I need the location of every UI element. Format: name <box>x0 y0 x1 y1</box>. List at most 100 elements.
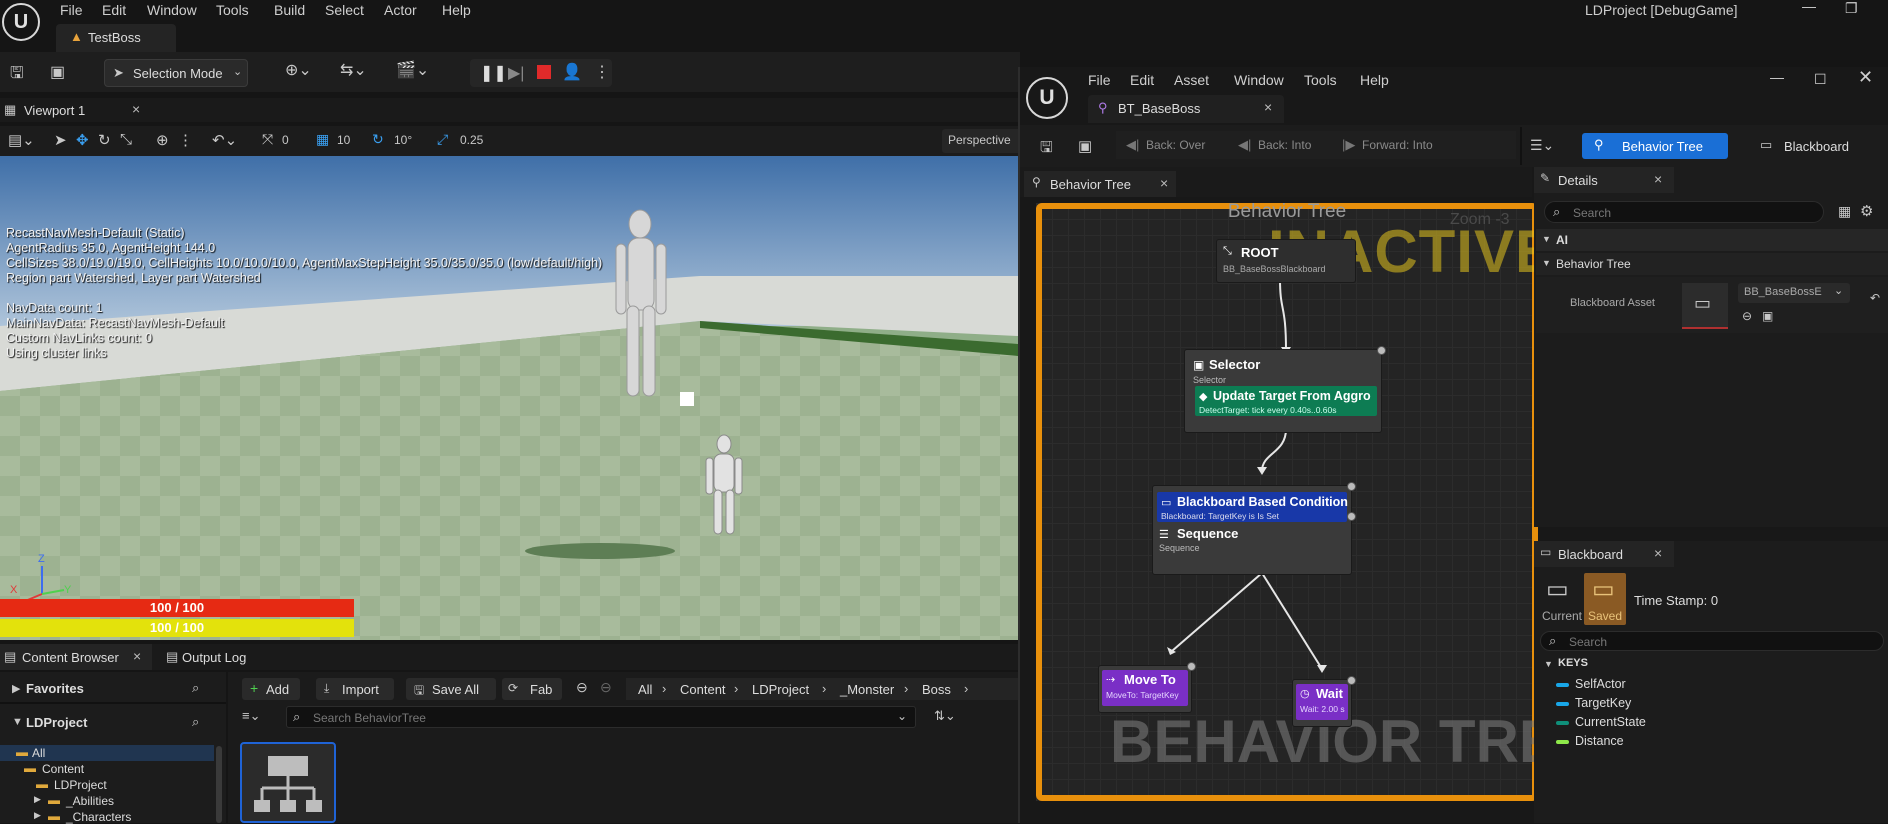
level-viewport[interactable]: RecastNavMesh-Default (Static) AgentRadi… <box>0 156 1018 640</box>
list-item[interactable]: CurrentState <box>1556 714 1646 729</box>
node-root[interactable]: ⤡ ROOT BB_BaseBossBlackboard <box>1216 239 1356 283</box>
menu-help[interactable]: Help <box>442 2 471 18</box>
rotate-snap-value[interactable]: 0 <box>282 133 289 147</box>
output-pin[interactable] <box>1347 482 1356 491</box>
output-pin[interactable] <box>1347 676 1356 685</box>
minimize-icon[interactable]: — <box>1770 69 1784 85</box>
node-decorator[interactable]: ▭ Blackboard Based Condition Blackboard:… <box>1157 492 1348 522</box>
output-pin[interactable] <box>1187 662 1196 671</box>
menu-tools[interactable]: Tools <box>216 2 249 18</box>
forward-into-button[interactable]: Forward: Into <box>1362 138 1433 152</box>
save-icon[interactable]: 🖫 <box>10 62 24 89</box>
category-ai[interactable]: ▼ AI <box>1536 229 1888 251</box>
menu-edit[interactable]: Edit <box>102 2 126 18</box>
list-item[interactable]: SelfActor <box>1556 676 1626 691</box>
details-search-input[interactable]: ⌕ Search <box>1544 201 1824 223</box>
cinematics-icon[interactable]: 🎬⌄ <box>396 60 429 80</box>
minimize-icon[interactable]: — <box>1802 0 1816 14</box>
breadcrumb-item[interactable]: Content <box>680 682 726 697</box>
menu-build[interactable]: Build <box>274 2 305 18</box>
select-tool-icon[interactable]: ➤ <box>54 131 67 149</box>
node-move-to[interactable]: ⇢ Move To MoveTo: TargetKey <box>1098 662 1196 713</box>
save-all-button[interactable]: 🖫 Save All <box>406 678 496 700</box>
favorites-label[interactable]: Favorites <box>26 681 84 696</box>
close-icon[interactable]: × <box>1160 175 1168 191</box>
blackboard-search-input[interactable]: ⌕ Search <box>1540 631 1884 651</box>
blackboard-mode-button[interactable]: ▭ Blackboard <box>1760 133 1880 159</box>
breadcrumb-item[interactable]: LDProject <box>752 682 809 697</box>
view-options-icon[interactable]: ▤⌄ <box>8 131 35 149</box>
chevron-right-icon[interactable]: ▶ <box>12 682 20 695</box>
more-icon[interactable]: ⋮ <box>178 131 193 149</box>
browse-icon[interactable]: ▣ <box>1078 137 1092 155</box>
browse-icon[interactable]: ▣ <box>50 62 65 82</box>
close-icon[interactable]: × <box>1654 545 1662 561</box>
chevron-down-icon[interactable]: ▼ <box>12 716 23 728</box>
history-forward-icon[interactable]: ⊖ <box>600 679 612 696</box>
grid-snap-value[interactable]: 10 <box>337 133 350 147</box>
tab-content-browser[interactable]: ▤ Content Browser × <box>0 644 152 670</box>
selection-mode-dropdown[interactable]: ➤ Selection Mode ⌄ <box>104 59 248 87</box>
filter-icon[interactable]: ≡⌄ <box>242 708 260 724</box>
add-actor-icon[interactable]: ⊕⌄ <box>285 60 312 80</box>
surface-snap-icon[interactable]: ↶⌄ <box>212 131 237 149</box>
chevron-right-icon[interactable]: ▶ <box>34 794 41 805</box>
breadcrumb-item[interactable]: Boss <box>922 682 951 697</box>
chevron-down-icon[interactable]: ▼ <box>1544 659 1553 669</box>
pause-icon[interactable]: ❚❚ <box>480 63 507 83</box>
menu-actor[interactable]: Actor <box>384 2 417 18</box>
menu-file[interactable]: File <box>60 2 83 18</box>
current-toggle[interactable]: ▭ Current <box>1540 573 1582 625</box>
unreal-logo-icon[interactable]: U <box>1026 77 1068 119</box>
project-label[interactable]: LDProject <box>26 715 87 730</box>
behavior-tree-graph[interactable]: Behavior Tree Zoom -3 INACTIVE BEHAVIOR … <box>1036 203 1538 801</box>
scale-tool-icon[interactable]: ⤡ <box>120 131 132 148</box>
list-item[interactable]: TargetKey <box>1556 695 1631 710</box>
scale-snap-icon[interactable]: ⤢ <box>437 131 448 148</box>
chevron-right-icon[interactable]: ▶ <box>34 810 41 821</box>
asset-tab[interactable]: ⚲ BT_BaseBoss × <box>1088 95 1284 123</box>
node-service[interactable]: ◆ Update Target From Aggro DetectTarget:… <box>1195 386 1377 416</box>
tab-blackboard[interactable]: ▭ Blackboard × <box>1534 541 1674 567</box>
viewport-tab-label[interactable]: Viewport 1 <box>24 103 85 118</box>
tab-details[interactable]: ✎ Details × <box>1534 167 1674 193</box>
scale-snap-value[interactable]: 0.25 <box>460 133 483 147</box>
menu-window[interactable]: Window <box>147 2 197 18</box>
level-tab[interactable]: ▲ TestBoss <box>56 24 176 52</box>
tab-behavior-tree[interactable]: ⚲ Behavior Tree × <box>1024 171 1176 197</box>
save-icon[interactable]: 🖫 <box>1040 137 1053 162</box>
breadcrumb-item[interactable]: _Monster <box>840 682 894 697</box>
use-selected-icon[interactable]: ⊖ <box>1742 309 1752 323</box>
menu-asset[interactable]: Asset <box>1174 72 1209 88</box>
sort-icon[interactable]: ⇅⌄ <box>934 708 956 724</box>
menu-edit[interactable]: Edit <box>1130 72 1154 88</box>
tree-item-all[interactable]: ▬ All <box>0 745 214 761</box>
step-icon[interactable]: ▶| <box>508 63 524 83</box>
perspective-button[interactable]: Perspective <box>942 129 1022 153</box>
import-button[interactable]: ⤓ Import <box>316 678 394 700</box>
browse-icon[interactable]: ▣ <box>1762 309 1773 323</box>
scrollbar[interactable] <box>216 746 222 823</box>
back-over-button[interactable]: Back: Over <box>1146 138 1205 152</box>
history-back-icon[interactable]: ⊖ <box>576 679 588 696</box>
maximize-icon[interactable]: ☐ <box>1814 71 1827 87</box>
table-view-icon[interactable]: ▦ <box>1838 203 1851 220</box>
behavior-tree-asset-thumbnail[interactable] <box>240 742 336 823</box>
close-icon[interactable]: × <box>1654 171 1662 187</box>
node-sequence[interactable]: ▭ Blackboard Based Condition Blackboard:… <box>1152 482 1356 575</box>
behavior-tree-mode-button[interactable]: ⚲ Behavior Tree <box>1582 133 1728 159</box>
rotate-snap-icon[interactable]: ⤧ <box>262 131 273 148</box>
reset-icon[interactable]: ↶ <box>1870 291 1880 305</box>
angle-snap-icon[interactable]: ↻ <box>372 131 384 148</box>
close-icon[interactable]: × <box>133 648 141 664</box>
hamburger-menu-icon[interactable]: ☰⌄ <box>1530 137 1554 154</box>
close-icon[interactable]: × <box>132 101 140 117</box>
blueprints-icon[interactable]: ⇆⌄ <box>340 60 367 80</box>
unreal-logo-icon[interactable]: U <box>2 3 40 41</box>
chevron-down-icon[interactable]: ⌄ <box>897 709 907 723</box>
search-icon[interactable]: ⌕ <box>192 680 199 696</box>
search-input[interactable]: ⌕ Search BehaviorTree ⌄ <box>286 706 916 728</box>
menu-select[interactable]: Select <box>325 2 364 18</box>
fab-button[interactable]: ⟳ Fab <box>502 678 562 700</box>
output-pin[interactable] <box>1347 512 1356 521</box>
